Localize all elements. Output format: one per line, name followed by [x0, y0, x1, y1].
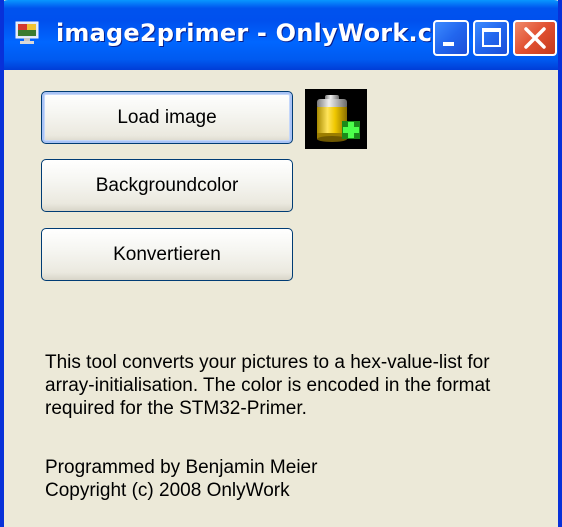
credits-copyright: Copyright (c) 2008 OnlyWork [45, 480, 290, 501]
battery-add-icon [305, 89, 367, 149]
maximize-button[interactable] [473, 20, 509, 56]
description-line-2: array-initialisation. The color is encod… [45, 375, 491, 396]
load-image-button[interactable]: Load image [41, 91, 293, 144]
credits-author: Programmed by Benjamin Meier [45, 457, 318, 478]
maximize-icon [482, 28, 501, 47]
minimize-button[interactable] [433, 20, 469, 56]
close-button[interactable] [513, 20, 557, 56]
description-line-3: required for the STM32-Primer. [45, 398, 307, 419]
main-window: image2primer - OnlyWork.ch Load image Ba… [0, 0, 562, 527]
close-icon [524, 27, 546, 49]
konvertieren-button[interactable]: Konvertieren [41, 228, 293, 281]
window-title: image2primer - OnlyWork.ch [56, 19, 450, 47]
backgroundcolor-button[interactable]: Backgroundcolor [41, 159, 293, 212]
minimize-icon [443, 42, 454, 46]
app-icon[interactable] [14, 21, 40, 45]
description-line-1: This tool converts your pictures to a he… [45, 352, 490, 373]
title-bar[interactable]: image2primer - OnlyWork.ch [4, 0, 558, 70]
